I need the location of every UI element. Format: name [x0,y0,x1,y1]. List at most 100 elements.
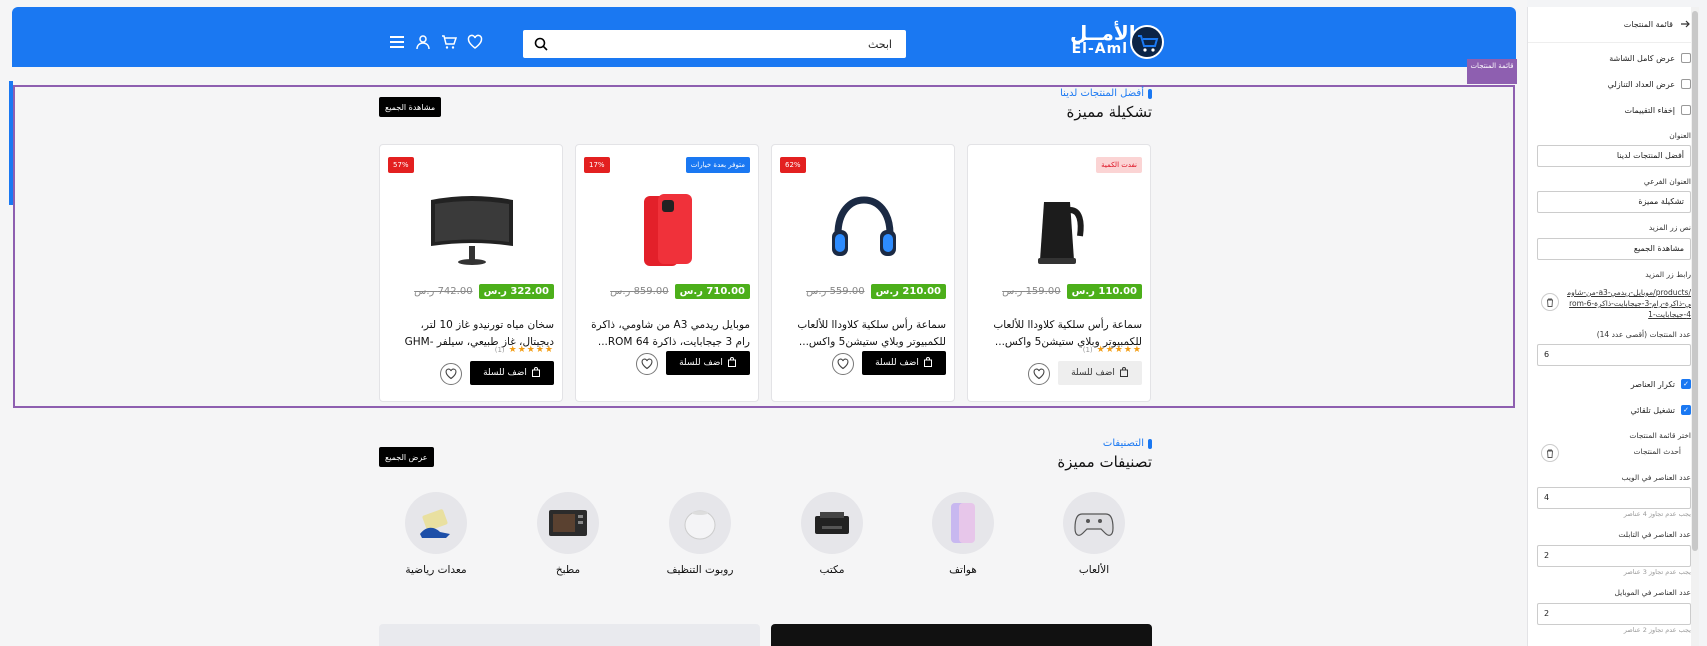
web-count-label: عدد العناصر في الويب [1621,473,1691,482]
hide-ratings-toggle[interactable]: إخفاء التقييمات [1625,105,1691,115]
categories-title: تصنيفات مميزة [1057,453,1152,471]
full-width-checkbox[interactable] [1681,53,1691,63]
current-price: 110.00 ر.س [1066,284,1142,299]
oven-icon [537,492,599,554]
add-to-cart-label: اضف للسلة [1071,368,1115,378]
scrollbar-thumb[interactable] [1692,11,1698,551]
search-bar [523,30,906,58]
wishlist-heart-icon[interactable] [1028,363,1050,385]
subtitle-field[interactable]: تشكيلة مميزة [1537,191,1691,213]
products-title: تشكيلة مميزة [1066,103,1152,121]
panel-scrollbar[interactable] [1691,7,1699,646]
categories-section-header: التصنيفات تصنيفات مميزة [1057,438,1152,471]
wishlist-heart-icon[interactable] [832,353,854,375]
view-all-categories-button[interactable]: عرض الجميع [379,447,434,467]
shopping-bag-icon [531,366,541,380]
add-to-cart-button[interactable]: اضف للسلة [470,361,554,385]
trash-icon[interactable] [1541,293,1559,311]
rating: ★★★★★ (1) [495,345,554,355]
shopping-bag-icon [1119,366,1129,380]
current-price: 210.00 ر.س [870,284,946,299]
settings-panel: قائمة المنتجات عرض كامل الشاشة عرض العدا… [1527,7,1699,646]
user-icon[interactable] [415,34,431,50]
smart-speaker-icon [669,492,731,554]
printer-icon [801,492,863,554]
wishlist-heart-icon[interactable] [636,353,658,375]
category-name: معدات رياضية [405,564,467,576]
search-icon[interactable] [523,37,559,51]
tablet-count-hint: يجب عدم تجاوز 3 عناصر [1623,568,1691,576]
autoplay-toggle[interactable]: ✓ تشغيل تلقائي [1630,405,1691,415]
add-to-cart-button[interactable]: اضف للسلة [862,351,946,375]
add-to-cart-button[interactable]: اضف للسلة [666,351,750,375]
options-badge: متوفر بعدة خيارات [685,157,750,173]
count-field[interactable]: 6 [1537,344,1691,366]
discount-badge: 57% [388,157,414,173]
autoplay-checkbox[interactable]: ✓ [1681,405,1691,415]
countdown-label: عرض العداد التنازلي [1607,79,1675,89]
trash-icon[interactable] [1541,444,1559,462]
countdown-checkbox[interactable] [1681,79,1691,89]
category-item[interactable]: روبوت التنظيف [655,492,745,576]
full-width-label: عرض كامل الشاشة [1609,53,1675,63]
more-link-value[interactable]: /products/موبايل-ريدمي-a3-من-شاومي-ذاكرة… [1567,287,1691,320]
old-price: 559.00 ر.س [806,286,865,297]
choose-list-value[interactable]: أحدث المنتجات [1633,447,1681,456]
gamepad-icon [1063,492,1125,554]
full-width-toggle[interactable]: عرض كامل الشاشة [1609,53,1691,63]
cart-logo-icon [1130,25,1164,59]
hide-ratings-checkbox[interactable] [1681,105,1691,115]
product-card[interactable]: 57% 322.00 ر.س 742.00 ر.س سخان مياه تورن… [379,144,563,402]
title-field[interactable]: أفضل المنتجات لدينا [1537,145,1691,167]
store-logo[interactable]: الأمــل El-Aml [1070,21,1164,63]
product-name[interactable]: موبايل ريدمي A3 من شاومي، ذاكرة رام 3 جي… [584,317,750,351]
price-row: 322.00 ر.س 742.00 ر.س [414,284,554,299]
more-text-field[interactable]: مشاهدة الجميع [1537,238,1691,260]
view-all-products-button[interactable]: مشاهدة الجميع [379,97,442,117]
discount-badge: 62% [780,157,806,173]
product-card[interactable]: 17% متوفر بعدة خيارات 710.00 ر.س 859.00 … [575,144,759,402]
price-row: 210.00 ر.س 559.00 ر.س [806,284,946,299]
sports-equipment-icon [405,492,467,554]
add-to-cart-button[interactable]: اضف للسلة [1058,361,1142,385]
category-item[interactable]: معدات رياضية [391,492,481,576]
old-price: 742.00 ر.س [414,286,473,297]
selected-section-outline[interactable] [13,85,1515,408]
repeat-checkbox[interactable]: ✓ [1681,379,1691,389]
store-preview: الأمــل El-Aml قائمة المنتجات أفضل المنت… [0,0,1527,646]
wishlist-heart-icon[interactable] [440,363,462,385]
countdown-toggle[interactable]: عرض العداد التنازلي [1608,79,1691,89]
tablet-count-field[interactable]: 2 [1537,545,1691,567]
section-label-tag[interactable]: قائمة المنتجات [1467,59,1517,84]
rating-count: (1) [1082,346,1093,354]
heart-icon[interactable] [467,34,483,50]
product-name[interactable]: سماعة رأس سلكية كلاوداا للألعاب للكمبيوت… [780,317,946,351]
rating-stars: ★★★★★ [508,345,554,355]
repeat-toggle[interactable]: ✓ تكرار العناصر [1631,379,1691,389]
category-item[interactable]: هواتف [918,492,1008,576]
back-arrow-icon[interactable] [1679,18,1691,32]
web-count-field[interactable]: 4 [1537,487,1691,509]
cart-icon[interactable] [441,34,457,50]
monitor-image [420,183,524,277]
product-card[interactable]: نفدت الكمية 110.00 ر.س 159.00 ر.س سماعة … [967,144,1151,402]
search-input[interactable] [559,30,906,58]
panel-title: قائمة المنتجات [1623,20,1673,29]
menu-icon[interactable] [389,34,405,50]
web-count-hint: يجب عدم تجاوز 4 عناصر [1623,510,1691,518]
old-price: 159.00 ر.س [1002,286,1061,297]
mobile-count-field[interactable]: 2 [1537,603,1691,625]
title-field-label: العنوان [1669,131,1691,140]
category-item[interactable]: الألعاب [1049,492,1139,576]
autoplay-label: تشغيل تلقائي [1630,405,1676,415]
product-card[interactable]: 62% 210.00 ر.س 559.00 ر.س سماعة رأس سلكي… [771,144,955,402]
category-name: مطبخ [555,564,581,576]
category-item[interactable]: مكتب [787,492,877,576]
add-to-cart-label: اضف للسلة [483,368,527,378]
promo-banner[interactable] [379,624,760,646]
more-text-field-label: نص زر المزيد [1648,223,1691,232]
category-name: روبوت التنظيف [666,564,734,576]
promo-banner[interactable] [771,624,1152,646]
category-item[interactable]: مطبخ [523,492,613,576]
shopping-bag-icon [923,356,933,370]
